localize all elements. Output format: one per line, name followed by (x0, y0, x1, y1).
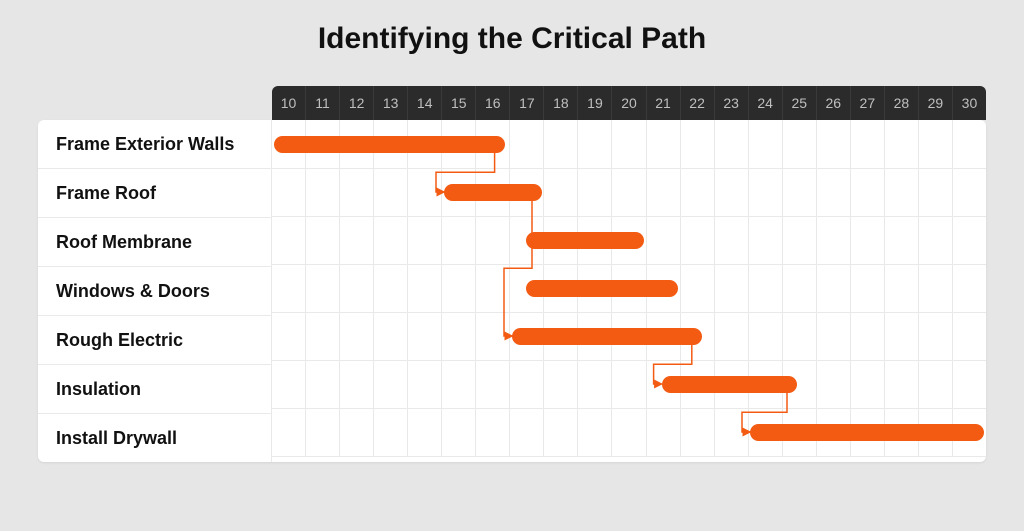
gantt-bar (662, 376, 797, 393)
timeline-day: 15 (442, 86, 476, 120)
gantt-bar (526, 232, 644, 249)
chart-body: Frame Exterior WallsFrame RoofRoof Membr… (38, 120, 986, 462)
timeline-day: 23 (715, 86, 749, 120)
timeline-day: 17 (510, 86, 544, 120)
timeline-header: 1011121314151617181920212223242526272829… (272, 86, 986, 120)
gantt-grid (272, 120, 986, 456)
task-label: Windows & Doors (38, 267, 272, 316)
timeline-day: 25 (783, 86, 817, 120)
chart-title: Identifying the Critical Path (0, 22, 1024, 56)
gantt-bars-layer (272, 120, 986, 456)
timeline-day: 20 (612, 86, 646, 120)
timeline-day: 29 (919, 86, 953, 120)
gantt-chart-figure: Identifying the Critical Path 1011121314… (0, 0, 1024, 531)
timeline-day: 13 (374, 86, 408, 120)
timeline-day: 14 (408, 86, 442, 120)
timeline-day: 12 (340, 86, 374, 120)
task-label: Frame Exterior Walls (38, 120, 272, 169)
gantt-bar (444, 184, 542, 201)
gantt-bar (750, 424, 984, 441)
gantt-bar (512, 328, 702, 345)
task-label: Insulation (38, 365, 272, 414)
gantt-bar (274, 136, 505, 153)
timeline-day: 22 (681, 86, 715, 120)
timeline-day: 27 (851, 86, 885, 120)
task-labels-column: Frame Exterior WallsFrame RoofRoof Membr… (38, 120, 272, 462)
timeline-day: 30 (953, 86, 986, 120)
task-label: Roof Membrane (38, 218, 272, 267)
gantt-chart: 1011121314151617181920212223242526272829… (38, 86, 986, 462)
timeline-day: 21 (647, 86, 681, 120)
task-label: Rough Electric (38, 316, 272, 365)
timeline-day: 28 (885, 86, 919, 120)
timeline-day: 24 (749, 86, 783, 120)
timeline-day: 26 (817, 86, 851, 120)
timeline-day: 16 (476, 86, 510, 120)
gantt-bar (526, 280, 678, 297)
task-label: Install Drywall (38, 414, 272, 462)
task-label: Frame Roof (38, 169, 272, 218)
timeline-day: 19 (578, 86, 612, 120)
timeline-day: 10 (272, 86, 306, 120)
timeline-day: 18 (544, 86, 578, 120)
timeline-day: 11 (306, 86, 340, 120)
